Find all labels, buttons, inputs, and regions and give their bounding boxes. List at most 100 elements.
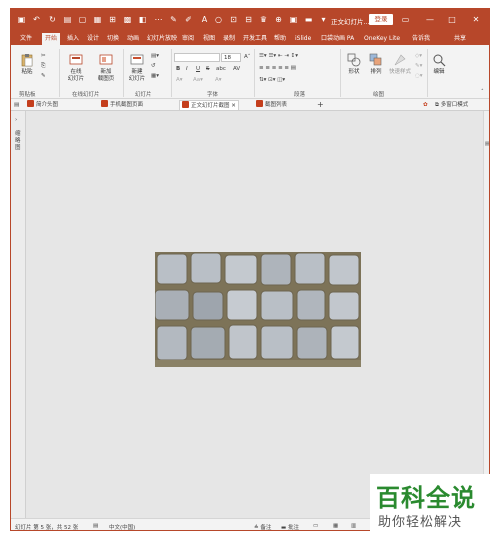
- gear-icon[interactable]: ✿: [423, 100, 428, 110]
- minimize-button[interactable]: —: [423, 14, 437, 26]
- expand-panel-icon[interactable]: ›: [15, 117, 17, 123]
- italic-button[interactable]: I: [186, 66, 188, 72]
- clear-format-icon[interactable]: A▾: [215, 77, 222, 83]
- doc-tab[interactable]: 简介头图: [27, 100, 58, 110]
- share-button[interactable]: 共享: [451, 33, 469, 45]
- doc-tab[interactable]: 手机截图页面: [101, 100, 143, 110]
- reading-view-icon[interactable]: ▥: [351, 523, 356, 529]
- save-icon[interactable]: ▣: [17, 15, 26, 24]
- tab-slideshow[interactable]: 幻灯片放映: [144, 33, 180, 45]
- bold-button[interactable]: B: [176, 66, 180, 72]
- tab-help[interactable]: 帮助: [271, 33, 289, 45]
- copy-small-icon[interactable]: ⎘: [41, 63, 45, 70]
- tab-insert[interactable]: 插入: [64, 33, 82, 45]
- ribbon-display-icon[interactable]: ▭: [401, 15, 410, 24]
- reset-icon[interactable]: ↺: [151, 63, 156, 69]
- normal-view-icon[interactable]: ▭: [313, 523, 318, 529]
- vertical-scrollbar[interactable]: ▤: [483, 111, 489, 520]
- shape-button[interactable]: 形状: [344, 53, 364, 76]
- cut-icon[interactable]: ✂: [41, 53, 46, 59]
- tab-tell-me[interactable]: 告诉我: [409, 33, 433, 45]
- tab-onekey[interactable]: OneKey Lite: [361, 33, 403, 45]
- pen-icon[interactable]: ✎: [169, 15, 178, 24]
- tab-record[interactable]: 录制: [220, 33, 238, 45]
- layout-small-icon[interactable]: ▤▾: [151, 53, 159, 59]
- arrange-button[interactable]: 排列: [366, 53, 386, 76]
- tab-pocket-animation[interactable]: 口袋动画 PA: [318, 33, 357, 45]
- edit-button[interactable]: 编辑: [429, 53, 449, 76]
- highlight-icon[interactable]: ✐: [184, 15, 193, 24]
- abc-button[interactable]: abc: [216, 66, 226, 72]
- collapse-ribbon-icon[interactable]: ˄: [481, 89, 484, 95]
- close-tab-icon[interactable]: ✕: [231, 103, 236, 109]
- case-icon[interactable]: Aa▾: [193, 77, 203, 83]
- edit-label: 编辑: [433, 69, 445, 75]
- new-slide-button[interactable]: 新建 幻灯片: [124, 53, 150, 83]
- customize-qat-icon[interactable]: ▾: [319, 15, 328, 24]
- close-button[interactable]: ✕: [469, 14, 483, 26]
- paste-button[interactable]: 粘贴: [17, 53, 37, 76]
- shape-outline-icon[interactable]: ✎▾: [415, 63, 422, 69]
- section-icon[interactable]: ▦▾: [151, 73, 159, 79]
- shape-circle-icon[interactable]: ○: [214, 15, 223, 24]
- bullets-icon[interactable]: ☰▾ ☰▾ ⇤ ⇥ ↕▾: [259, 53, 298, 59]
- underline-button[interactable]: U: [196, 66, 200, 72]
- slide-picture[interactable]: [155, 252, 361, 367]
- align-icon[interactable]: ⊕: [274, 15, 283, 24]
- doc-tab-active[interactable]: 正文幻灯片截图 ✕: [179, 100, 239, 110]
- multi-window-button[interactable]: ⧉ 多窗口模式: [435, 100, 468, 110]
- language-indicator[interactable]: 中文(中国): [109, 523, 135, 530]
- tab-view[interactable]: 视图: [200, 33, 218, 45]
- tab-review[interactable]: 审阅: [179, 33, 197, 45]
- spacing-icon[interactable]: AV: [233, 66, 240, 72]
- new-file-icon[interactable]: ▢: [78, 15, 87, 24]
- open-icon[interactable]: ▦: [93, 15, 102, 24]
- tab-animations[interactable]: 动画: [124, 33, 142, 45]
- font-size-box[interactable]: 18: [221, 53, 241, 62]
- doc-tab-label: 正文幻灯片截图: [191, 103, 230, 109]
- tab-islide[interactable]: iSlide: [292, 33, 314, 45]
- shape-fill-icon[interactable]: ◇▾: [415, 53, 422, 59]
- font-name-box[interactable]: [174, 53, 220, 62]
- tab-design[interactable]: 设计: [84, 33, 102, 45]
- copy-icon[interactable]: ▣: [289, 15, 298, 24]
- font-color-small-icon[interactable]: A▾: [176, 77, 183, 83]
- login-button[interactable]: 登录: [369, 14, 393, 25]
- redo-icon[interactable]: ↻: [48, 15, 57, 24]
- restore-button[interactable]: □: [445, 14, 459, 26]
- quickstyle-button[interactable]: 快速样式: [387, 53, 413, 76]
- comments-button[interactable]: ▬ 批注: [281, 523, 299, 530]
- tab-transitions[interactable]: 切换: [104, 33, 122, 45]
- align-left-icon[interactable]: ≡ ≡ ≡ ≡ ≡ ▤: [259, 65, 296, 71]
- screenshot-icon[interactable]: ⊡: [229, 15, 238, 24]
- picture-icon[interactable]: ▩: [123, 15, 132, 24]
- tab-home[interactable]: 开始: [42, 33, 61, 45]
- format-painter-icon[interactable]: ▬: [304, 15, 313, 24]
- doc-tab[interactable]: 截图列表: [256, 100, 287, 110]
- scroll-thumb[interactable]: ▤: [485, 141, 489, 147]
- tab-developer[interactable]: 开发工具: [240, 33, 270, 45]
- doc-tab-label: 手机截图页面: [110, 102, 144, 108]
- start-from-beginning-icon[interactable]: ▤: [63, 15, 72, 24]
- text-direction-icon[interactable]: ⇅▾ ⊡▾ ◫▾: [259, 77, 285, 83]
- strike-button[interactable]: S: [206, 66, 210, 72]
- tabs-menu-icon[interactable]: ▤: [14, 100, 19, 110]
- online-slides-button[interactable]: 在线 幻灯片: [63, 53, 89, 83]
- smartart-icon[interactable]: ♛: [259, 15, 268, 24]
- slide-sorter-icon[interactable]: ▦: [333, 523, 338, 529]
- tab-file[interactable]: 文件: [17, 33, 35, 45]
- crop-icon[interactable]: ⊟: [244, 15, 253, 24]
- grow-font-icon[interactable]: A˄: [244, 54, 251, 60]
- format-painter-small-icon[interactable]: ✎: [41, 73, 46, 79]
- online-group-label: 在线幻灯片: [72, 92, 100, 98]
- undo-icon[interactable]: ↶: [32, 15, 41, 24]
- new-online-slide-button[interactable]: 新加 载图页: [93, 53, 119, 83]
- notes-button[interactable]: ≙ 备注: [254, 523, 271, 530]
- spellcheck-icon[interactable]: ▤: [93, 523, 98, 529]
- more-icon[interactable]: ⋯: [154, 15, 163, 24]
- font-color-icon[interactable]: A: [200, 15, 209, 24]
- layout-icon[interactable]: ◧: [138, 15, 147, 24]
- shape-effects-icon[interactable]: ◌▾: [415, 73, 423, 79]
- new-tab-icon[interactable]: +: [317, 100, 324, 110]
- table-icon[interactable]: ⊞: [108, 15, 117, 24]
